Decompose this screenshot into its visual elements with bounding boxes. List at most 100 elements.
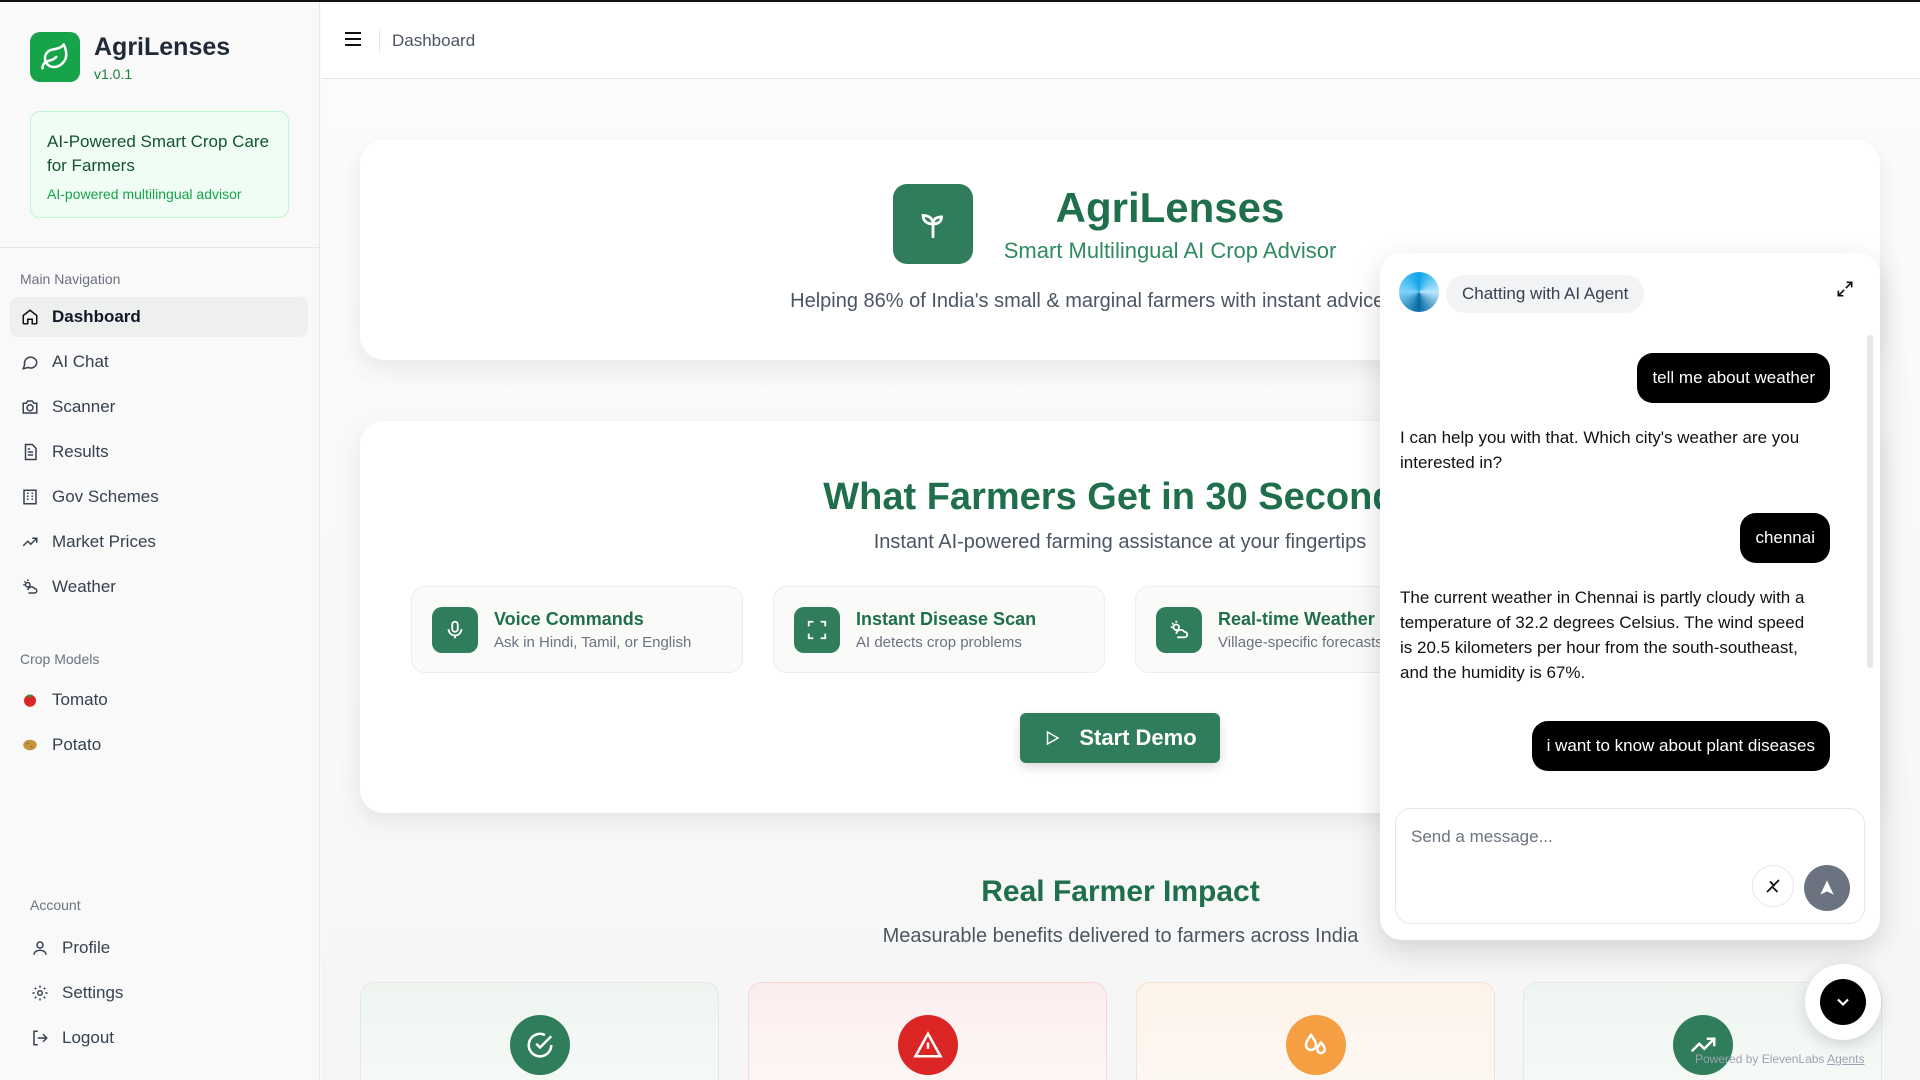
promo-subtitle: AI-powered multilingual advisor: [47, 186, 242, 202]
top-header: Dashboard: [321, 2, 1920, 79]
sidebar-divider: [0, 247, 319, 248]
user-message: chennai: [1740, 513, 1830, 563]
sidebar-item-label: Results: [52, 442, 109, 461]
breadcrumb: Dashboard: [392, 31, 476, 50]
agent-message: The current weather in Chennai is partly…: [1400, 588, 1805, 682]
chat-icon: [20, 352, 40, 372]
hero-subtitle: Smart Multilingual AI Crop Advisor: [1003, 238, 1337, 263]
feature-card-disease-scan[interactable]: Instant Disease Scan AI detects crop pro…: [773, 586, 1105, 673]
sidebar: AgriLenses v1.0.1 AI-Powered Smart Crop …: [0, 2, 320, 1080]
sidebar-item-label: Logout: [62, 1028, 114, 1047]
agent-avatar: [1399, 272, 1439, 312]
play-icon: [1047, 730, 1060, 746]
feature-subtitle: Ask in Hindi, Tamil, or English: [494, 633, 692, 651]
sidebar-item-label: Profile: [62, 938, 111, 957]
user-message: tell me about weather: [1637, 353, 1830, 403]
feature-card-voice[interactable]: Voice Commands Ask in Hindi, Tamil, or E…: [411, 586, 743, 673]
tomato-icon: [20, 690, 40, 710]
chat-widget: Chatting with AI Agent tell me about wea…: [1380, 253, 1880, 940]
chat-messages[interactable]: tell me about weather I can help you wit…: [1380, 333, 1870, 793]
chat-scrollbar[interactable]: [1867, 335, 1873, 668]
chat-header-label: Chatting with AI Agent: [1446, 275, 1645, 313]
sidebar-item-label: Dashboard: [52, 307, 141, 326]
sidebar-item-market-prices[interactable]: Market Prices: [10, 522, 308, 562]
sidebar-item-gov-schemes[interactable]: Gov Schemes: [10, 477, 308, 517]
sidebar-item-weather[interactable]: Weather: [10, 567, 308, 607]
cloud-sun-icon: [1156, 606, 1202, 653]
expand-icon[interactable]: [1835, 279, 1859, 303]
sidebar-item-ai-chat[interactable]: AI Chat: [10, 342, 308, 382]
impact-card: [360, 982, 719, 1080]
send-icon: [1820, 880, 1834, 895]
promo-title: AI-Powered Smart Crop Care for Farmers: [47, 132, 270, 175]
sidebar-item-label: Market Prices: [52, 532, 156, 551]
sidebar-item-label: Potato: [52, 735, 102, 754]
sidebar-item-settings[interactable]: Settings: [20, 973, 318, 1013]
check-circle-icon: [510, 1015, 570, 1075]
powered-by-text: Powered by ElevenLabs: [1695, 1052, 1825, 1066]
agent-message: I can help you with that. Which city's w…: [1400, 428, 1800, 472]
sidebar-item-tomato[interactable]: Tomato: [10, 680, 308, 720]
feature-title: Voice Commands: [494, 608, 644, 629]
sidebar-item-label: Tomato: [52, 690, 108, 709]
feature-title: Real-time Weather: [1218, 608, 1375, 629]
mic-off-icon: [1766, 879, 1780, 893]
droplets-icon: [1286, 1015, 1346, 1075]
user-icon: [30, 938, 50, 958]
brand[interactable]: AgriLenses v1.0.1: [30, 32, 230, 82]
sidebar-item-logout[interactable]: Logout: [20, 1018, 318, 1058]
feature-subtitle: Village-specific forecasts: [1218, 633, 1383, 651]
sidebar-item-scanner[interactable]: Scanner: [10, 387, 308, 427]
chat-input-box: [1395, 808, 1865, 924]
impact-card: [748, 982, 1107, 1080]
feature-subtitle: AI detects crop problems: [856, 633, 1022, 651]
sidebar-item-dashboard[interactable]: Dashboard: [10, 297, 308, 337]
sidebar-item-label: Gov Schemes: [52, 487, 159, 506]
sidebar-item-potato[interactable]: Potato: [10, 725, 308, 765]
send-button[interactable]: [1804, 865, 1850, 911]
hero-title: AgriLenses: [1055, 184, 1285, 231]
crop-navigation: Tomato Potato: [10, 680, 308, 770]
powered-by: Powered by ElevenLabs Agents: [1695, 1052, 1864, 1066]
crop-models-label: Crop Models: [20, 651, 100, 667]
account-label: Account: [30, 897, 81, 913]
impact-card: [1136, 982, 1495, 1080]
sidebar-item-label: Scanner: [52, 397, 116, 416]
header-separator: [379, 30, 380, 52]
brand-name: AgriLenses: [94, 32, 231, 61]
sidebar-item-label: Weather: [52, 577, 116, 596]
account-navigation: Profile Settings Logout: [20, 928, 318, 1063]
trending-up-icon: [20, 532, 40, 552]
scan-icon: [794, 606, 840, 653]
leaf-logo-icon: [30, 32, 80, 82]
cloud-sun-icon: [20, 577, 40, 597]
main-nav-label: Main Navigation: [20, 271, 121, 287]
trending-up-icon: [1673, 1015, 1733, 1075]
user-message: i want to know about plant diseases: [1531, 721, 1830, 771]
sidebar-item-label: Settings: [62, 983, 124, 1002]
camera-icon: [20, 397, 40, 417]
potato-icon: [20, 735, 40, 755]
message-input[interactable]: [1411, 827, 1831, 847]
app-version: v1.0.1: [94, 65, 133, 82]
main-navigation: Dashboard AI Chat Scanner Results Gov Sc…: [10, 297, 308, 612]
mute-microphone-button[interactable]: [1752, 865, 1794, 907]
sprout-icon: [893, 184, 973, 264]
start-demo-label: Start Demo: [1079, 725, 1197, 750]
chevron-down-icon: [1820, 979, 1866, 1025]
sidebar-item-profile[interactable]: Profile: [20, 928, 318, 968]
gear-icon: [30, 983, 50, 1003]
start-demo-button[interactable]: Start Demo: [1020, 713, 1220, 763]
logout-icon: [30, 1028, 50, 1048]
menu-icon[interactable]: [341, 28, 365, 50]
promo-card: AI-Powered Smart Crop Care for Farmers A…: [30, 111, 289, 218]
warning-icon: [898, 1015, 958, 1075]
building-icon: [20, 487, 40, 507]
microphone-icon: [432, 606, 478, 653]
home-icon: [20, 307, 40, 327]
chat-toggle-button[interactable]: [1805, 964, 1881, 1040]
agents-link[interactable]: Agents: [1827, 1052, 1864, 1066]
sidebar-item-label: AI Chat: [52, 352, 109, 371]
sidebar-item-results[interactable]: Results: [10, 432, 308, 472]
document-icon: [20, 442, 40, 462]
